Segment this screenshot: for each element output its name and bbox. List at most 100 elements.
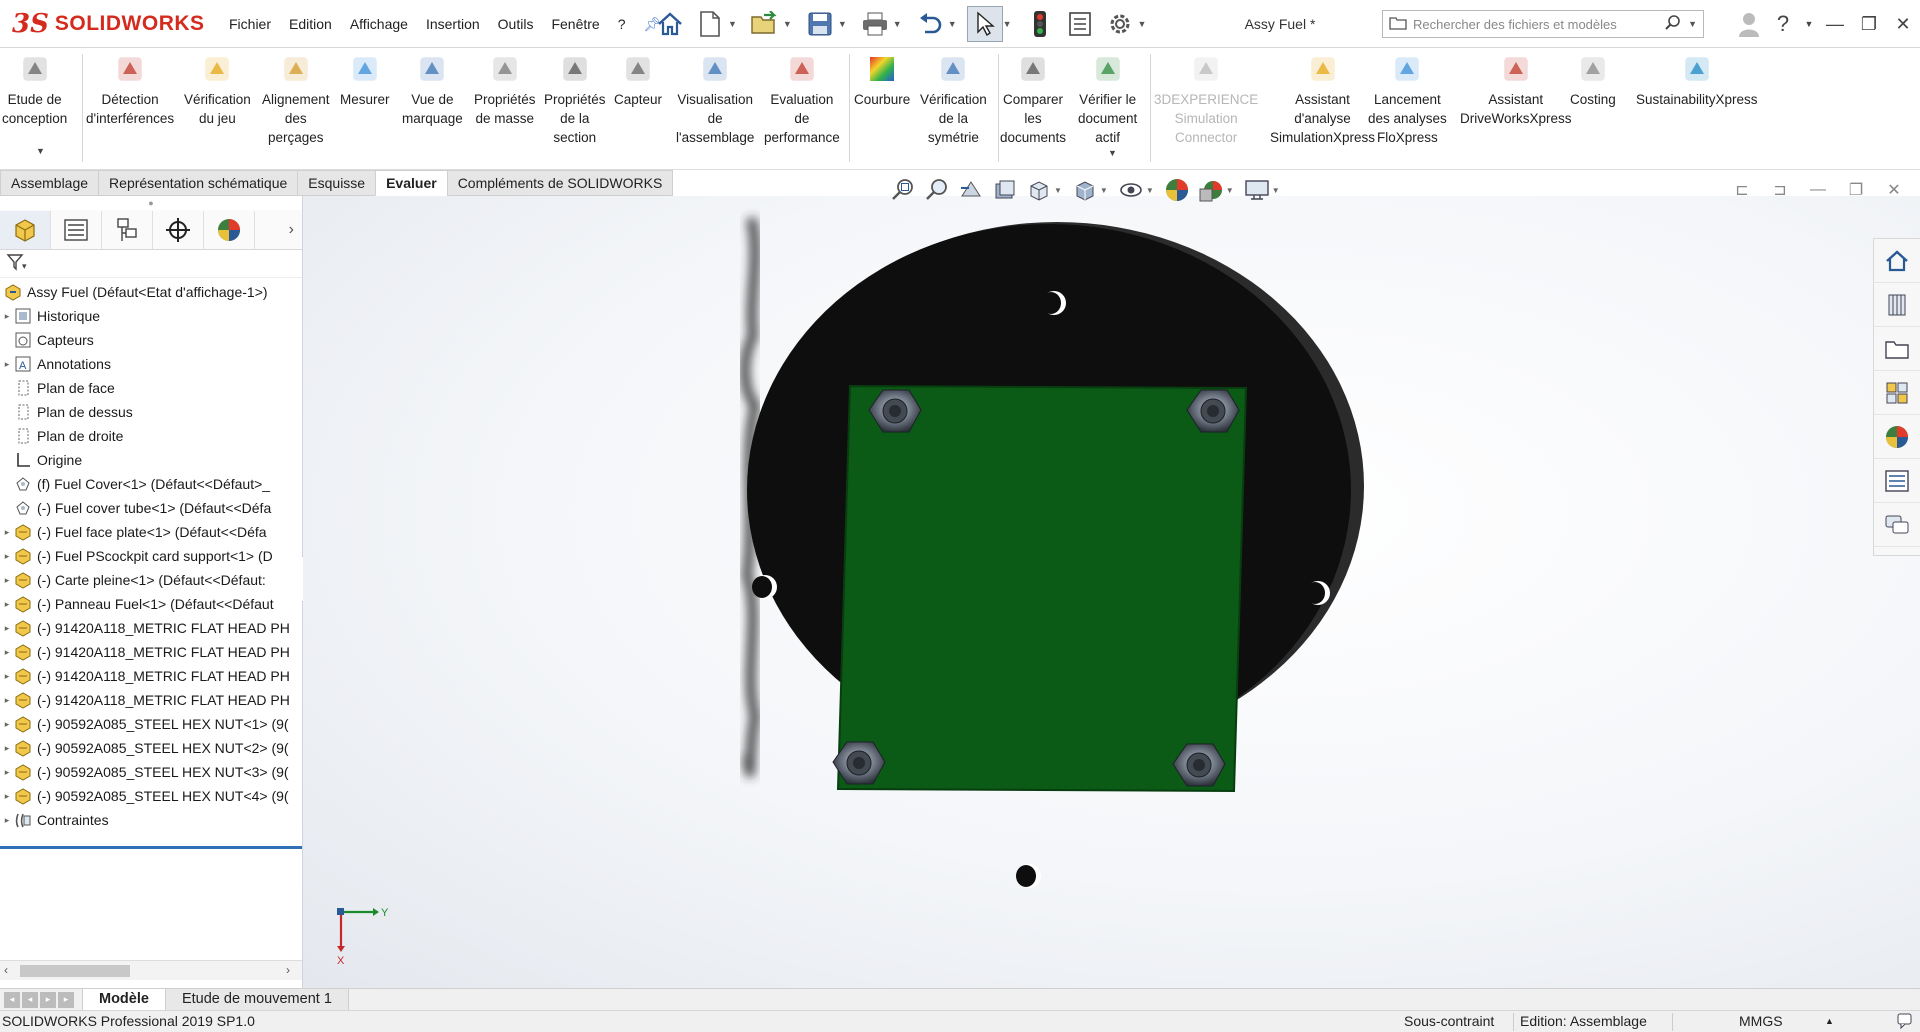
dimxpert-tab-icon[interactable] (153, 210, 204, 249)
expand-arrow-icon[interactable]: ▸ (0, 527, 14, 538)
command-sensor-button[interactable]: Capteur (614, 52, 662, 109)
command-clearance-verification-button[interactable]: Vérification du jeu (184, 52, 251, 128)
solidworks-logo[interactable]: 3S SOLIDWORKS (12, 6, 205, 42)
scroll-right-icon[interactable]: › (286, 963, 290, 977)
chevron-down-icon[interactable]: ▼ (783, 19, 792, 29)
minimize-icon[interactable]: — (1818, 0, 1852, 48)
command-hole-alignment-button[interactable]: Alignement des perçages (262, 52, 330, 147)
menu-fenetre[interactable]: Fenêtre (542, 0, 608, 48)
property-manager-tab-icon[interactable] (51, 210, 102, 249)
chevron-down-icon[interactable]: ▼ (728, 19, 737, 29)
new-document-icon[interactable] (692, 6, 728, 42)
chevron-right-icon[interactable]: › (289, 221, 294, 239)
command-check-active-document-button[interactable]: Vérifier le document actif (1078, 52, 1137, 147)
chevron-down-icon[interactable]: ▼ (893, 19, 902, 29)
select-cursor-icon[interactable] (966, 6, 1003, 42)
chevron-down-icon[interactable]: ▼ (1800, 0, 1818, 48)
tree-node[interactable]: ▸ (-) 91420A118_METRIC FLAT HEAD PH (0, 688, 302, 712)
expand-arrow-icon[interactable]: ▸ (0, 743, 14, 754)
expand-arrow-icon[interactable]: ▸ (0, 671, 14, 682)
rebuild-traffic-light-icon[interactable] (1022, 6, 1058, 42)
chevron-down-icon[interactable]: ▼ (1003, 19, 1012, 29)
zoom-to-area-icon[interactable] (922, 176, 952, 204)
command-driveworksxpress-button[interactable]: Assistant DriveWorksXpress (1460, 52, 1572, 128)
scrollbar-thumb[interactable] (20, 965, 130, 977)
viewport-minimize-icon[interactable]: — (1806, 178, 1830, 202)
tree-root-assembly[interactable]: Assy Fuel (Défaut<Etat d'affichage-1>) (0, 280, 302, 304)
menu-fichier[interactable]: Fichier (220, 0, 280, 48)
undo-icon[interactable] (912, 6, 948, 42)
chevron-down-icon[interactable]: ▼ (948, 19, 957, 29)
tree-node[interactable]: (f) Fuel Cover<1> (Défaut<<Défaut>_ (0, 472, 302, 496)
display-manager-tab-icon[interactable] (204, 210, 255, 249)
viewport-restore-icon[interactable]: ❐ (1844, 178, 1868, 202)
quick-tips-icon[interactable] (1896, 1012, 1914, 1032)
tree-node[interactable]: ▸ (-) 91420A118_METRIC FLAT HEAD PH (0, 616, 302, 640)
tab-esquisse[interactable]: Esquisse (297, 170, 377, 196)
menu-edition[interactable]: Edition (280, 0, 341, 48)
expand-arrow-icon[interactable]: ▸ (0, 695, 14, 706)
chevron-down-icon[interactable]: ▼ (1226, 186, 1234, 195)
tab-etude-mouvement[interactable]: Etude de mouvement 1 (164, 988, 349, 1011)
tree-node[interactable]: ▸ (-) 90592A085_STEEL HEX NUT<2> (9( (0, 736, 302, 760)
expand-arrow-icon[interactable]: ▸ (0, 359, 14, 370)
custom-properties-icon[interactable] (1874, 459, 1920, 503)
tree-node[interactable]: Origine (0, 448, 302, 472)
apply-scene-icon[interactable] (1196, 176, 1226, 204)
tree-filter[interactable]: ▾ (0, 250, 302, 278)
tab-representation-schematique[interactable]: Représentation schématique (98, 170, 299, 196)
first-tab-icon[interactable]: ◂ (4, 991, 20, 1008)
search-box[interactable]: ▼ (1382, 10, 1704, 38)
command-costing-button[interactable]: Costing (1570, 52, 1616, 109)
close-icon[interactable]: ✕ (1886, 0, 1920, 48)
display-style-icon[interactable] (1070, 176, 1100, 204)
horizontal-scrollbar[interactable]: ‹ › (0, 960, 302, 980)
view-palette-icon[interactable] (1874, 371, 1920, 415)
menu-help[interactable]: ? (609, 0, 635, 48)
command-sustainabilityxpress-button[interactable]: SustainabilityXpress (1636, 52, 1758, 109)
expand-arrow-icon[interactable]: ▸ (0, 599, 14, 610)
tree-node[interactable]: ▸ (-) 90592A085_STEEL HEX NUT<4> (9( (0, 784, 302, 808)
chevron-down-icon[interactable]: ▼ (1688, 19, 1697, 29)
command-performance-evaluation-button[interactable]: Evaluation de performance (764, 52, 840, 147)
feature-manager-tab-icon[interactable] (0, 210, 51, 249)
tab-evaluer[interactable]: Evaluer (375, 170, 448, 196)
command-floxpress-button[interactable]: Lancement des analyses FloXpress (1368, 52, 1447, 147)
command-symmetry-check-button[interactable]: Vérification de la symétrie (920, 52, 987, 147)
chevron-down-icon[interactable]: ▼ (1054, 186, 1062, 195)
chevron-down-icon[interactable]: ▼ (1138, 19, 1147, 29)
tree-node[interactable]: ▸ A Annotations (0, 352, 302, 376)
chevron-down-icon[interactable]: ▼ (1272, 186, 1280, 195)
tree-node[interactable]: Plan de dessus (0, 400, 302, 424)
expand-arrow-icon[interactable]: ▸ (0, 311, 14, 322)
expand-arrow-icon[interactable]: ▸ (0, 647, 14, 658)
appearances-scenes-icon[interactable] (1874, 415, 1920, 459)
model-view[interactable] (303, 196, 1920, 988)
split-left-icon[interactable]: ⊏ (1730, 178, 1754, 202)
tree-node[interactable]: ▸ Historique (0, 304, 302, 328)
expand-arrow-icon[interactable]: ▸ (0, 767, 14, 778)
last-tab-icon[interactable]: ▸ (58, 991, 74, 1008)
command-curvature-button[interactable]: Courbure (854, 52, 910, 109)
home-icon[interactable] (652, 6, 688, 42)
expand-arrow-icon[interactable]: ▸ (0, 551, 14, 562)
prev-tab-icon[interactable]: ◂ (22, 991, 38, 1008)
expand-arrow-icon[interactable]: ▸ (0, 791, 14, 802)
user-icon[interactable] (1732, 0, 1766, 48)
tree-node[interactable]: ▸ (-) 90592A085_STEEL HEX NUT<1> (9( (0, 712, 302, 736)
tree-node[interactable]: ▸ (-) Panneau Fuel<1> (Défaut<<Défaut (0, 592, 302, 616)
chevron-down-icon[interactable]: ▼ (1108, 148, 1117, 158)
open-document-icon[interactable] (747, 6, 783, 42)
hide-show-items-icon[interactable] (1116, 176, 1146, 204)
command-simulationxpress-button[interactable]: Assistant d'analyse SimulationXpress (1270, 52, 1375, 147)
scroll-left-icon[interactable]: ‹ (4, 963, 8, 977)
design-library-icon[interactable] (1874, 283, 1920, 327)
file-properties-icon[interactable] (1062, 6, 1098, 42)
tree-node[interactable]: (-) Fuel cover tube<1> (Défaut<<Défa (0, 496, 302, 520)
tree-node[interactable]: ▸ (-) Fuel face plate<1> (Défaut<<Défa (0, 520, 302, 544)
search-icon[interactable] (1664, 14, 1682, 35)
command-section-properties-button[interactable]: Propriétés de la section (544, 52, 606, 147)
chevron-down-icon[interactable]: ▼ (1100, 186, 1108, 195)
chevron-down-icon[interactable]: ▼ (838, 19, 847, 29)
configuration-manager-tab-icon[interactable] (102, 210, 153, 249)
